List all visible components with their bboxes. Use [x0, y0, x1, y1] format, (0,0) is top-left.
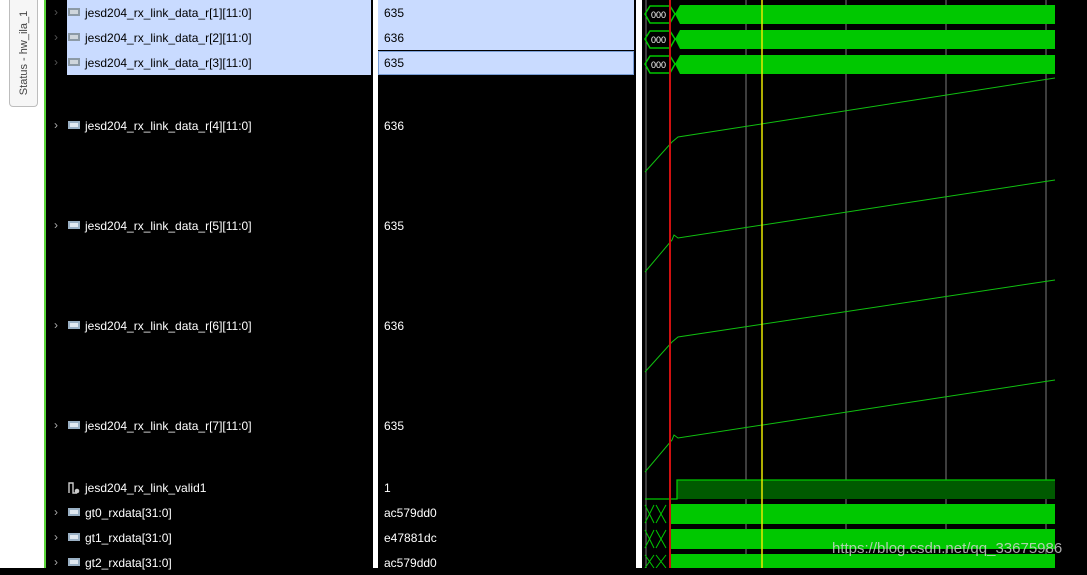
signal-row[interactable]: jesd204_rx_link_valid1 [46, 475, 373, 500]
analog-bus-icon [68, 221, 80, 229]
signal-row[interactable]: › gt1_rxdata[31:0] [46, 525, 373, 550]
signal-row[interactable]: › jesd204_rx_link_data_r[4][11:0] [46, 113, 373, 138]
signal-values-panel: 635 636 635 636 635 636 635 1 ac579dd0 e… [378, 0, 636, 570]
signal-row[interactable]: › jesd204_rx_link_data_r[3][11:0] [46, 50, 373, 75]
value-cell: e47881dc [378, 525, 636, 550]
bus-signal-icon [68, 533, 80, 541]
bus-value-label: 000 [651, 60, 666, 70]
signal-value: 636 [384, 319, 405, 333]
signal-name: jesd204_rx_link_data_r[1][11:0] [85, 6, 252, 20]
value-cell: 635 [378, 50, 636, 75]
value-cell: 636 [378, 25, 636, 50]
signal-value: e47881dc [384, 531, 437, 545]
signal-value: ac579dd0 [384, 506, 437, 520]
analog-bus-icon [68, 121, 80, 129]
value-cell: 635 [378, 213, 636, 238]
value-cell: ac579dd0 [378, 500, 636, 525]
status-tab[interactable]: Status - hw_ila_1 [9, 0, 38, 107]
bit-signal-icon [68, 482, 80, 494]
chevron-right-icon[interactable]: › [54, 318, 64, 332]
bus-signal-icon [68, 58, 80, 66]
signal-name: gt0_rxdata[31:0] [85, 506, 172, 520]
left-sidebar: Status - hw_ila_1 [0, 0, 44, 568]
chevron-right-icon[interactable]: › [54, 418, 64, 432]
signal-name: jesd204_rx_link_data_r[7][11:0] [85, 419, 252, 433]
signal-name: jesd204_rx_link_data_r[4][11:0] [85, 119, 252, 133]
bit-trace-valid[interactable] [645, 479, 1055, 500]
signal-name: jesd204_rx_link_valid1 [85, 481, 207, 495]
chevron-right-icon[interactable]: › [54, 555, 64, 569]
signal-names-panel: › jesd204_rx_link_data_r[1][11:0] › jesd… [46, 0, 373, 570]
signal-value: 635 [384, 56, 405, 70]
signal-value: 635 [384, 6, 405, 20]
analog-trace-7 [644, 379, 1056, 473]
status-tab-label: Status - hw_ila_1 [17, 10, 30, 96]
value-cell: 636 [378, 313, 636, 338]
signal-name: jesd204_rx_link_data_r[5][11:0] [85, 219, 252, 233]
signal-row[interactable]: › jesd204_rx_link_data_r[6][11:0] [46, 313, 373, 338]
value-cell: 635 [378, 413, 636, 438]
bus-signal-icon [68, 558, 80, 566]
value-cell: 635 [378, 0, 636, 25]
signal-row[interactable]: › jesd204_rx_link_data_r[5][11:0] [46, 213, 373, 238]
chevron-right-icon[interactable]: › [54, 218, 64, 232]
bus-trace-gt0[interactable] [644, 504, 1055, 524]
value-cell: 636 [378, 113, 636, 138]
signal-value: 635 [384, 419, 405, 433]
bus-value-label: 000 [651, 10, 666, 20]
signal-name: jesd204_rx_link_data_r[2][11:0] [85, 31, 252, 45]
chevron-right-icon[interactable]: › [54, 505, 64, 519]
signal-row[interactable]: › jesd204_rx_link_data_r[1][11:0] [46, 0, 373, 25]
signal-name: jesd204_rx_link_data_r[3][11:0] [85, 56, 252, 70]
bus-signal-icon [68, 33, 80, 41]
bus-signal-icon [68, 508, 80, 516]
value-cell: 1 [378, 475, 636, 500]
chevron-right-icon[interactable]: › [54, 55, 64, 69]
bus-value-label: 000 [651, 35, 666, 45]
signal-row[interactable]: › jesd204_rx_link_data_r[2][11:0] [46, 25, 373, 50]
waveform-panel[interactable]: 000 000 000 [642, 0, 1087, 569]
analog-trace-5 [644, 179, 1056, 273]
signal-value: 636 [384, 119, 405, 133]
analog-bus-icon [68, 421, 80, 429]
signal-name: gt1_rxdata[31:0] [85, 531, 172, 545]
waveform-canvas[interactable]: 000 000 000 [642, 0, 1087, 569]
bus-trace-3[interactable]: 000 [644, 55, 1055, 74]
analog-trace-4 [644, 77, 1056, 173]
analog-trace-6 [644, 279, 1056, 373]
bus-trace-2[interactable]: 000 [644, 30, 1055, 49]
analog-bus-icon [68, 321, 80, 329]
bus-signal-icon [68, 8, 80, 16]
signal-name: jesd204_rx_link_data_r[6][11:0] [85, 319, 252, 333]
signal-row[interactable]: › gt0_rxdata[31:0] [46, 500, 373, 525]
signal-value: 636 [384, 31, 405, 45]
signal-row[interactable]: › gt2_rxdata[31:0] [46, 550, 373, 575]
chevron-right-icon[interactable]: › [54, 30, 64, 44]
chevron-right-icon[interactable]: › [54, 530, 64, 544]
value-cell: ac579dd0 [378, 550, 636, 575]
chevron-right-icon[interactable]: › [54, 5, 64, 19]
chevron-right-icon[interactable]: › [54, 118, 64, 132]
signal-row[interactable]: › jesd204_rx_link_data_r[7][11:0] [46, 413, 373, 438]
signal-value: 1 [384, 481, 391, 495]
watermark: https://blog.csdn.net/qq_33675986 [832, 540, 1063, 557]
bus-trace-1[interactable]: 000 [644, 5, 1055, 24]
signal-value: 635 [384, 219, 405, 233]
